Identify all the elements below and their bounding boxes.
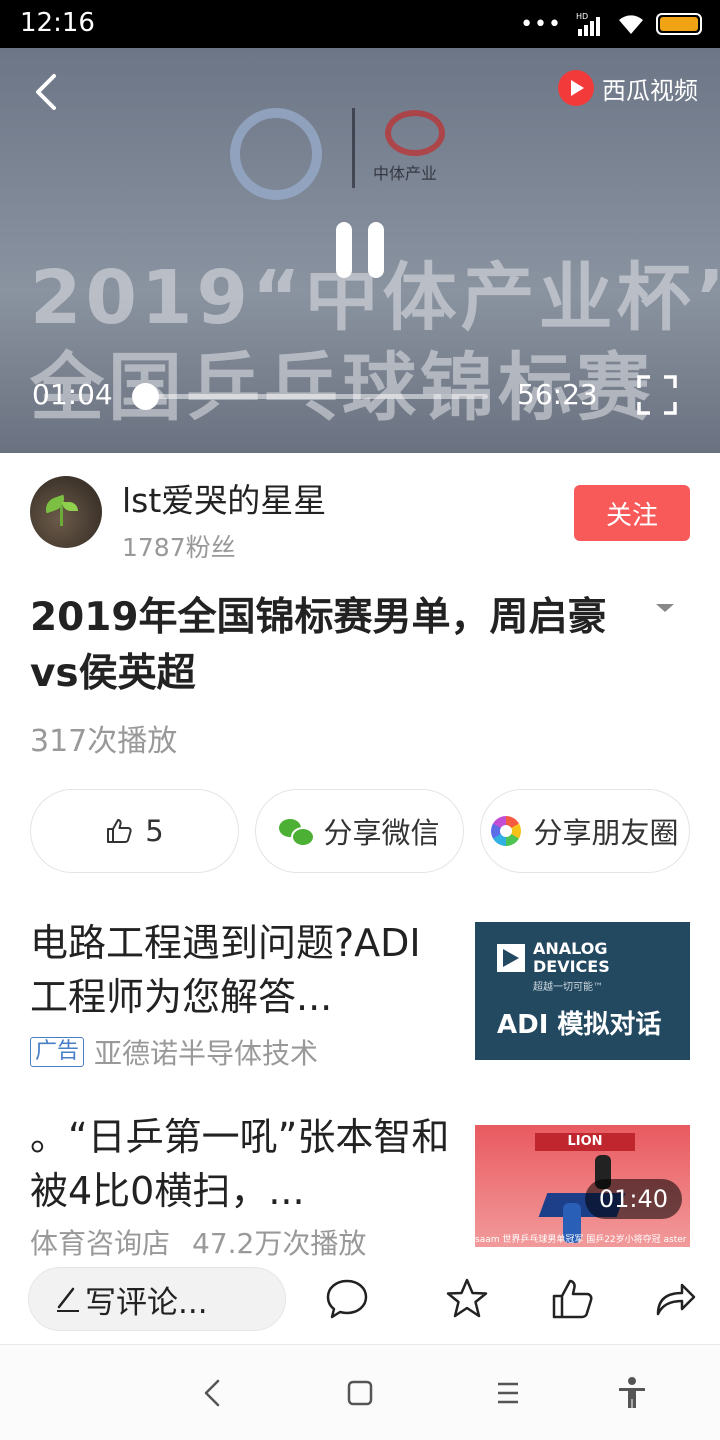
like-count: 5 (145, 814, 164, 848)
video-thumbnail[interactable]: LION saam 世界乒乓球男单冠军 国乒22岁小将夺冠 aster 01:4… (475, 1125, 690, 1247)
adi-slogan: ADI 模拟对话 (497, 1010, 662, 1040)
china-sports-logo (385, 110, 445, 156)
status-icons: ••• HD (520, 8, 702, 40)
current-time: 01:04 (32, 378, 113, 411)
nav-home-icon[interactable] (342, 1375, 378, 1411)
pause-button[interactable] (336, 222, 386, 278)
ad-thumbnail[interactable]: ANALOG DEVICES 超越一切可能™ ADI 模拟对话 (475, 922, 690, 1060)
sponsor-text: 中体产业 (373, 164, 438, 183)
feed-source: 体育咨询店 (30, 1227, 171, 1260)
comment-input[interactable]: 写评论... (28, 1267, 286, 1331)
adi-brand: ANALOG DEVICES (533, 939, 610, 976)
pen-icon (57, 1287, 79, 1312)
comment-bar: 写评论... (0, 1262, 720, 1344)
comment-icon[interactable] (324, 1276, 370, 1322)
total-time: 56:23 (517, 378, 598, 411)
share-wechat-label: 分享微信 (323, 816, 440, 850)
signal-icon: HD (576, 12, 600, 36)
list-item-video[interactable]: 。“日乒第一吼”张本智和被4比0横扫，... 体育咨询店 47.2万次播放 LI… (30, 1110, 690, 1260)
ad-badge: 广告 (30, 1037, 85, 1067)
thumb-caption: saam 世界乒乓球男单冠军 国乒22岁小将夺冠 aster (475, 1235, 687, 1245)
play-count: 317次播放 (30, 724, 178, 759)
feed-plays: 47.2万次播放 (192, 1227, 367, 1260)
nav-menu-icon[interactable] (490, 1375, 526, 1411)
network-type-label: HD (576, 12, 588, 21)
adi-logo-icon (497, 944, 525, 972)
thumbs-up-icon (107, 819, 132, 843)
feed-title: 电路工程遇到问题?ADI工程师为您解答... (30, 921, 421, 1019)
list-item-ad[interactable]: 电路工程遇到问题?ADI工程师为您解答... 广告 亚德诺半导体技术 ANALO… (30, 916, 690, 1070)
moments-icon (491, 816, 522, 846)
follow-button[interactable]: 关注 (574, 485, 690, 541)
share-moments-button[interactable]: 分享朋友圈 (480, 789, 690, 873)
video-title: 2019年全国锦标赛男单，周启豪vs侯英超 (30, 595, 607, 696)
xigua-brand: 西瓜视频 (558, 70, 698, 106)
wechat-icon (279, 817, 316, 847)
author-name[interactable]: lst爱哭的星星 (122, 474, 326, 522)
expand-arrow-icon[interactable] (656, 604, 674, 612)
fullscreen-icon[interactable] (636, 374, 678, 416)
nav-back-icon[interactable] (196, 1375, 232, 1411)
like-button[interactable]: 5 (30, 789, 239, 873)
author-row: lst爱哭的星星 1787粉丝 关注 (30, 474, 690, 562)
lion-banner: LION (535, 1133, 635, 1151)
comment-placeholder: 写评论... (85, 1284, 208, 1321)
duration-badge: 01:40 (584, 1179, 682, 1219)
brand-name: 西瓜视频 (602, 76, 698, 105)
progress-thumb[interactable] (131, 383, 159, 410)
status-bar: 12:16 ••• HD (0, 0, 720, 48)
accessibility-icon[interactable] (614, 1375, 650, 1411)
system-nav-bar (0, 1344, 720, 1440)
back-icon[interactable] (30, 70, 70, 114)
adi-tagline: 超越一切可能™ (533, 982, 603, 993)
progress-bar[interactable] (131, 383, 488, 410)
share-moments-label: 分享朋友圈 (533, 816, 679, 850)
author-fans: 1787粉丝 (122, 533, 236, 562)
feed-meta: 体育咨询店 47.2万次播放 (30, 1222, 366, 1262)
star-icon[interactable] (444, 1276, 490, 1322)
ttaa-logo (230, 108, 322, 200)
feed-meta: 广告 亚德诺半导体技术 (30, 1032, 318, 1072)
feed-source: 亚德诺半导体技术 (94, 1037, 319, 1070)
share-icon[interactable] (652, 1276, 698, 1322)
logo-divider (352, 108, 355, 188)
share-wechat-button[interactable]: 分享微信 (255, 789, 464, 873)
status-time: 12:16 (20, 8, 95, 38)
thumbs-up-icon[interactable] (550, 1276, 596, 1322)
feed-title: 。“日乒第一吼”张本智和被4比0横扫，... (30, 1115, 450, 1213)
xigua-logo-icon (558, 70, 594, 106)
avatar[interactable] (30, 476, 102, 548)
wifi-icon (619, 15, 643, 34)
battery-icon (656, 13, 702, 35)
notification-dots: ••• (520, 11, 562, 37)
video-player[interactable]: 中体产业 2019“中体产业杯” 全国乒乓球锦标赛 西瓜视频 01:04 56:… (0, 48, 720, 453)
